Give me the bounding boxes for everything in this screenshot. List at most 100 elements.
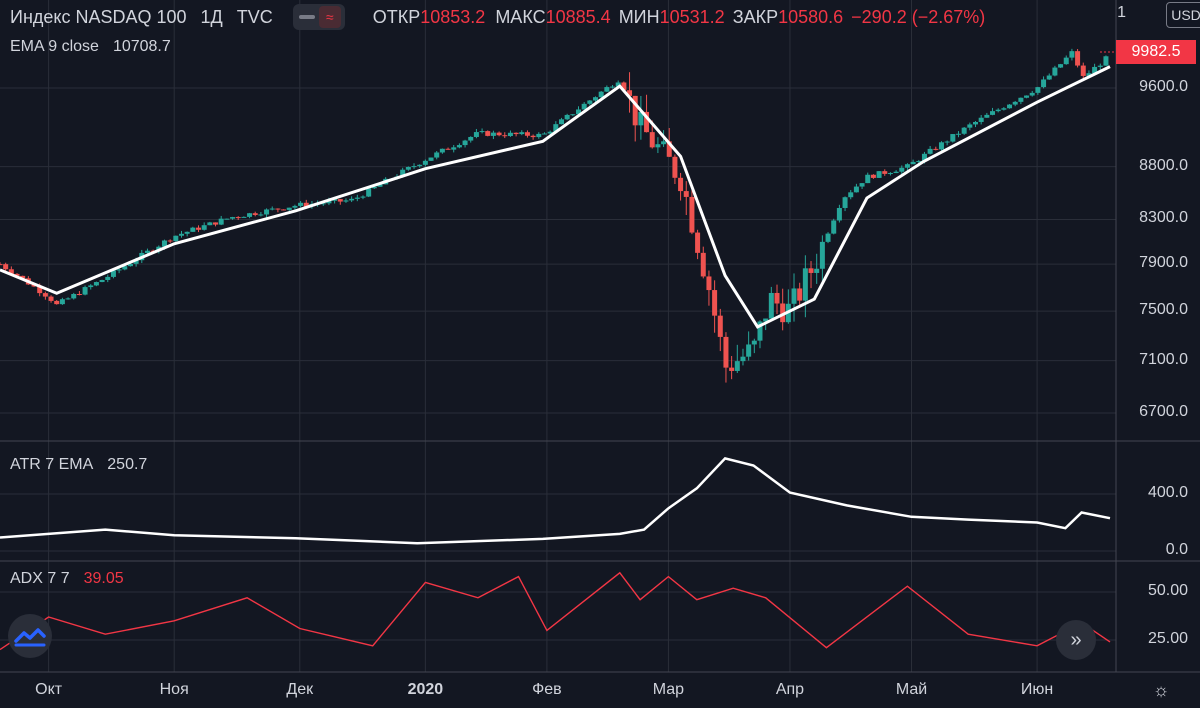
candle-body (405, 166, 411, 170)
candle-body (456, 145, 462, 148)
price-axis[interactable]: 1 9600.0 8800.0 8300.0 7900.0 7500.0 7100.0 67… (1116, 0, 1200, 672)
candle-body (570, 114, 576, 116)
wave-icon[interactable]: ≈ (318, 6, 341, 28)
adx-label: ADX 7 7 (10, 570, 70, 587)
candle-body (343, 200, 349, 202)
candle-body (825, 233, 831, 242)
candle-body (541, 133, 547, 135)
candle-body (201, 225, 207, 230)
candle-body (870, 174, 876, 178)
candle-body (349, 198, 355, 201)
candle-body (65, 298, 71, 300)
candle-body (247, 213, 253, 217)
gear-icon[interactable]: ☼ (1150, 679, 1172, 701)
candle-body (712, 290, 718, 316)
price-tick-label: 8800.0 (1139, 156, 1188, 174)
open-value: 10853.2 (420, 6, 486, 27)
candle-body (723, 336, 729, 368)
atr-value: 250.7 (107, 456, 148, 473)
double-chevron-right-icon[interactable]: » (1056, 620, 1096, 660)
adx-tick-label: 25.00 (1147, 630, 1188, 647)
candle-body (252, 213, 258, 215)
adx-value: 39.05 (83, 570, 124, 587)
adx-line (0, 571, 1111, 651)
minus-icon[interactable] (298, 15, 315, 19)
candle-body (496, 132, 502, 136)
price-tick-label: 7500.0 (1139, 301, 1188, 319)
symbol-legend: Индекс NASDAQ 100 1Д TVC ≈ ОТКР 10853.2 … (10, 4, 993, 30)
candle-body (82, 287, 88, 295)
candle-body (593, 97, 599, 101)
candle-body (746, 344, 752, 357)
time-tick-label: Апр (775, 681, 805, 698)
candle-body (88, 285, 94, 288)
candle-body (819, 241, 825, 269)
time-tick-label: Дек (286, 681, 314, 698)
candle-body (76, 294, 82, 296)
candle-body (927, 148, 933, 154)
candle-body (3, 264, 9, 270)
price-tick-label: 7900.0 (1139, 254, 1188, 272)
candle-body (286, 207, 292, 210)
candle-body (1063, 57, 1069, 65)
candle-body (422, 160, 428, 165)
atr-legend[interactable]: ATR 7 EMA 250.7 (10, 456, 147, 474)
currency-button[interactable]: USD (1166, 2, 1200, 28)
ema-legend[interactable]: EMA 9 close 10708.7 (10, 38, 171, 56)
interval-label[interactable]: 1Д (201, 7, 223, 28)
candle-body (241, 216, 247, 218)
atr-line (0, 457, 1111, 545)
candle-body (298, 202, 304, 206)
candle-body (791, 288, 797, 304)
price-tick-label: 7100.0 (1139, 350, 1188, 368)
close-label: ЗАКР (732, 6, 779, 27)
ema-line (0, 65, 1111, 329)
adx-legend[interactable]: ADX 7 7 39.05 (10, 570, 124, 588)
candle-body (275, 208, 281, 210)
candle-body (1024, 95, 1030, 98)
candle-body (144, 250, 150, 253)
high-value: 10885.4 (545, 6, 611, 27)
candle-body (899, 167, 905, 172)
candle-body (264, 209, 270, 215)
candle-body (434, 152, 440, 158)
candle-body (587, 100, 593, 104)
candle-body (904, 164, 910, 168)
candle-body (354, 197, 360, 199)
candle-body (99, 280, 105, 283)
chart-canvas[interactable] (0, 0, 1200, 708)
candle-body (887, 173, 893, 175)
grid-lines (0, 0, 1116, 672)
candle-body (672, 156, 678, 178)
price-tick-label: 6700.0 (1139, 403, 1188, 420)
atr-tick-label: 400.0 (1147, 484, 1188, 501)
symbol-name[interactable]: Индекс NASDAQ 100 (10, 7, 187, 28)
candle-body (661, 141, 667, 145)
legend-toggle[interactable]: ≈ (292, 4, 345, 30)
candle-body (1075, 51, 1081, 66)
candle-body (978, 117, 984, 122)
candle-body (479, 131, 485, 133)
time-tick-label: Июн (1020, 681, 1054, 698)
candle-body (950, 134, 956, 142)
candle-body (428, 157, 434, 161)
tradingview-logo-icon[interactable] (8, 614, 52, 658)
candle-body (797, 288, 803, 301)
candle-body (893, 171, 899, 174)
candle-body (802, 268, 808, 301)
candle-body (859, 183, 865, 187)
candle-body (689, 196, 695, 233)
adx-tick-label: 50.00 (1147, 582, 1188, 599)
candle-body (513, 132, 519, 135)
axis-top-fragment: 1 (1117, 4, 1126, 21)
candle-body (944, 141, 950, 143)
candle-body (281, 209, 287, 211)
candle-body (831, 220, 837, 234)
candle-body (536, 133, 542, 138)
candle-body (1058, 64, 1064, 68)
candle-body (190, 227, 196, 232)
candle-body (984, 114, 990, 118)
candle-body (734, 361, 740, 371)
candle-body (990, 111, 996, 115)
candle-body (717, 315, 723, 337)
